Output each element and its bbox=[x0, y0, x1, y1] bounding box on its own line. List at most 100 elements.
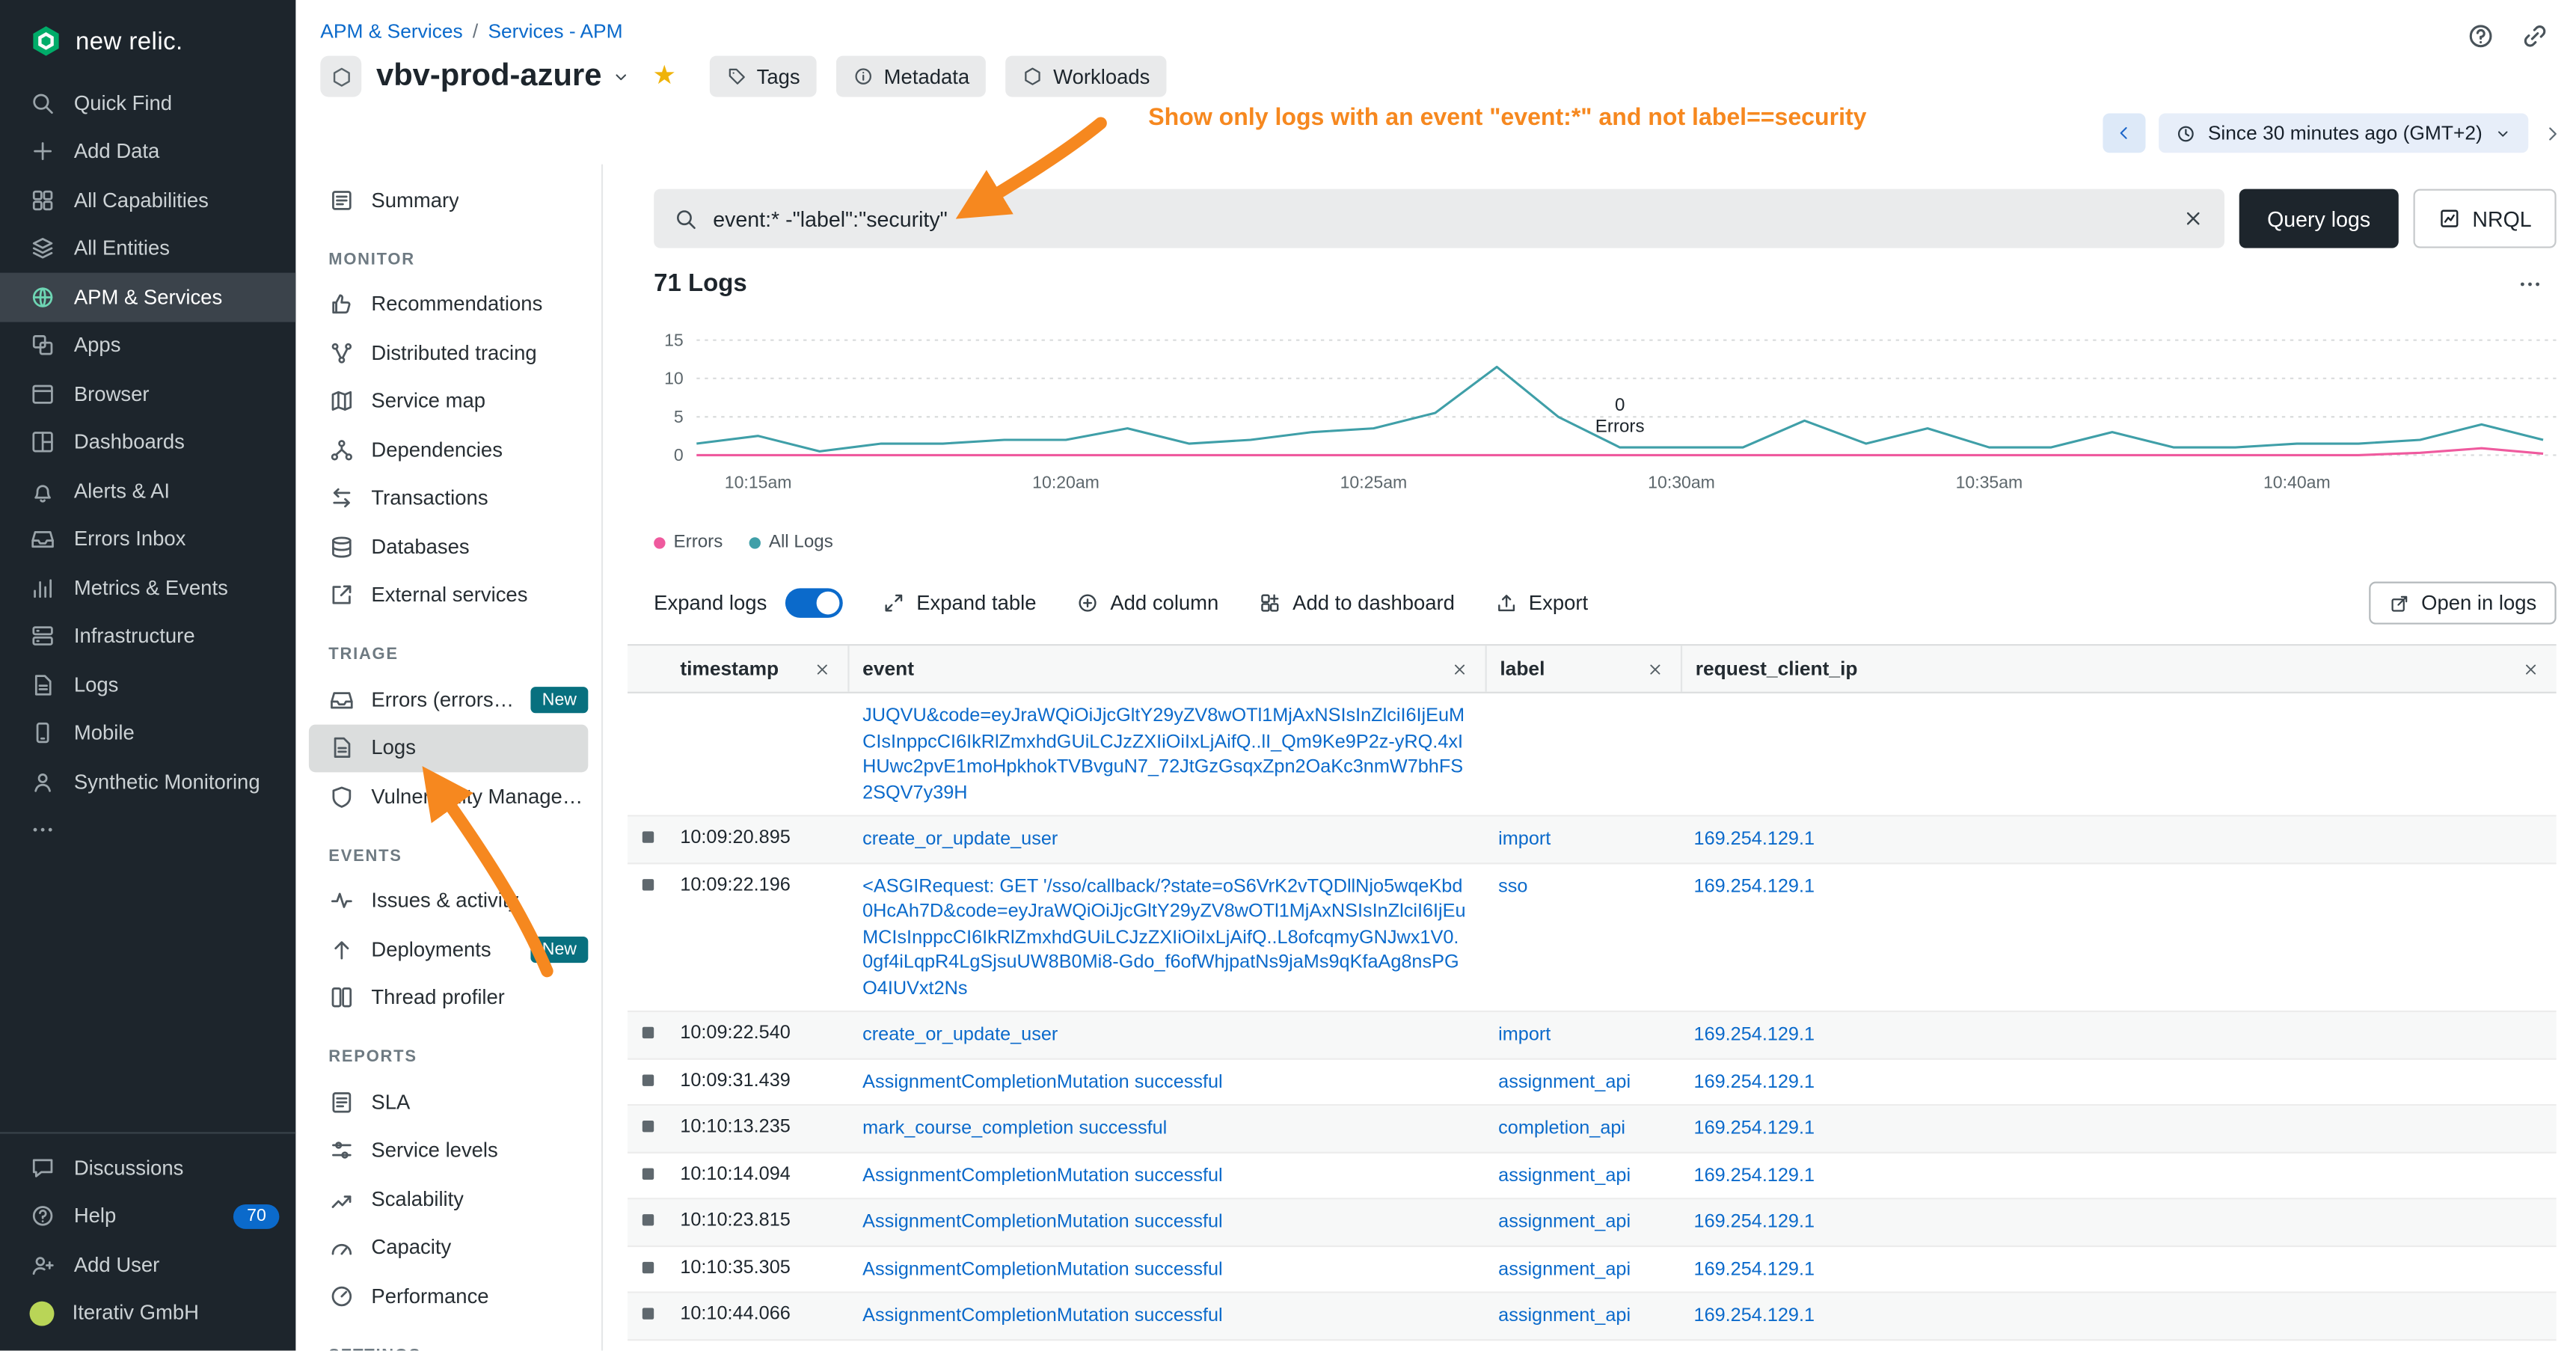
sidebar-item-errors-inbox[interactable]: Errors Inbox bbox=[0, 515, 295, 564]
query-logs-button[interactable]: Query logs bbox=[2239, 189, 2399, 248]
table-row[interactable]: 10:10:49.051mark_course_completion succe… bbox=[628, 1340, 2557, 1350]
entity-nav-item-performance[interactable]: Performance bbox=[295, 1272, 601, 1320]
event-link[interactable]: <ASGIRequest: GET '/sso/callback/?state=… bbox=[862, 877, 1465, 999]
sidebar-item-help[interactable]: Help70 bbox=[0, 1192, 295, 1241]
legend-item-all-logs[interactable]: All Logs bbox=[749, 533, 832, 552]
entity-nav-item-deployments[interactable]: DeploymentsNew bbox=[295, 925, 601, 974]
label-link[interactable]: assignment_api bbox=[1498, 1072, 1631, 1091]
entity-nav-item-transactions[interactable]: Transactions bbox=[295, 474, 601, 523]
permalink-icon[interactable] bbox=[2520, 22, 2550, 52]
ip-link[interactable]: 169.254.129.1 bbox=[1694, 1119, 1815, 1139]
clear-search-icon[interactable] bbox=[2182, 207, 2205, 230]
sidebar-item-discussions[interactable]: Discussions bbox=[0, 1144, 295, 1192]
ip-link[interactable]: 169.254.129.1 bbox=[1694, 1072, 1815, 1091]
sidebar-item-browser[interactable]: Browser bbox=[0, 370, 295, 418]
sidebar-item-iterativ-gmbh[interactable]: Iterativ GmbH bbox=[0, 1289, 295, 1338]
more-options-icon[interactable] bbox=[2517, 270, 2543, 296]
ip-link[interactable]: 169.254.129.1 bbox=[1694, 830, 1815, 849]
label-link[interactable]: assignment_api bbox=[1498, 1165, 1631, 1185]
entity-nav-item-capacity[interactable]: Capacity bbox=[295, 1223, 601, 1272]
tags-button[interactable]: Tags bbox=[709, 56, 817, 97]
add-to-dashboard-button[interactable]: Add to dashboard bbox=[1258, 592, 1455, 615]
table-row[interactable]: 10:09:22.540create_or_update_userimport1… bbox=[628, 1012, 2557, 1059]
event-link[interactable]: AssignmentCompletionMutation successful bbox=[862, 1260, 1223, 1279]
table-row[interactable]: 10:10:14.094AssignmentCompletionMutation… bbox=[628, 1153, 2557, 1200]
sidebar-item-add-data[interactable]: Add Data bbox=[0, 127, 295, 176]
sidebar-item-infrastructure[interactable]: Infrastructure bbox=[0, 612, 295, 661]
sidebar-item-alerts-ai[interactable]: Alerts & AI bbox=[0, 467, 295, 515]
row-expand-icon[interactable] bbox=[643, 1214, 654, 1225]
entity-nav-item-distributed-tracing[interactable]: Distributed tracing bbox=[295, 328, 601, 377]
row-expand-icon[interactable] bbox=[643, 1121, 654, 1132]
entity-nav-item-logs[interactable]: Logs bbox=[309, 724, 588, 773]
open-in-logs-button[interactable]: Open in logs bbox=[2369, 582, 2557, 625]
entity-nav-item-errors-errors-inb[interactable]: Errors (errors inb...New bbox=[295, 676, 601, 724]
sidebar-item-apm-services[interactable]: APM & Services bbox=[0, 273, 295, 322]
remove-label-column-icon[interactable] bbox=[1646, 660, 1664, 678]
ip-link[interactable]: 169.254.129.1 bbox=[1694, 1213, 1815, 1232]
entity-nav-item-external-services[interactable]: External services bbox=[295, 571, 601, 619]
entity-switcher-chevron-icon[interactable] bbox=[612, 67, 631, 86]
table-row[interactable]: 10:10:44.066AssignmentCompletionMutation… bbox=[628, 1293, 2557, 1341]
entity-nav-item-databases[interactable]: Databases bbox=[295, 522, 601, 571]
table-row[interactable]: JUQVU&code=eyJraWQiOiJjcGltY29yZV8wOTl1M… bbox=[628, 693, 2557, 817]
event-link[interactable]: create_or_update_user bbox=[862, 830, 1058, 849]
help-circle-icon[interactable] bbox=[2466, 22, 2496, 52]
metadata-button[interactable]: Metadata bbox=[836, 56, 986, 97]
expand-logs-toggle[interactable] bbox=[785, 588, 842, 618]
nrql-button[interactable]: NRQL bbox=[2413, 189, 2556, 248]
label-link[interactable]: completion_api bbox=[1498, 1119, 1625, 1139]
entity-nav-item-service-levels[interactable]: Service levels bbox=[295, 1127, 601, 1175]
label-link[interactable]: assignment_api bbox=[1498, 1306, 1631, 1326]
sidebar-item-more[interactable] bbox=[0, 806, 295, 854]
remove-ip-column-icon[interactable] bbox=[2522, 660, 2540, 678]
table-row[interactable]: 10:09:31.439AssignmentCompletionMutation… bbox=[628, 1059, 2557, 1106]
event-link[interactable]: create_or_update_user bbox=[862, 1026, 1058, 1045]
entity-nav-item-sla[interactable]: SLA bbox=[295, 1078, 601, 1127]
entity-nav-item-thread-profiler[interactable]: Thread profiler bbox=[295, 973, 601, 1022]
event-link[interactable]: AssignmentCompletionMutation successful bbox=[862, 1165, 1223, 1185]
sidebar-item-all-capabilities[interactable]: All Capabilities bbox=[0, 176, 295, 224]
event-link[interactable]: JUQVU&code=eyJraWQiOiJjcGltY29yZV8wOTl1M… bbox=[862, 706, 1465, 802]
sidebar-item-logs[interactable]: Logs bbox=[0, 661, 295, 709]
time-forward-button[interactable] bbox=[2542, 123, 2563, 144]
column-header-label[interactable]: label bbox=[1485, 646, 1681, 692]
new-relic-logo[interactable]: new relic. bbox=[0, 0, 295, 79]
column-header-timestamp[interactable]: timestamp bbox=[667, 646, 848, 692]
sidebar-item-synthetic-monitoring[interactable]: Synthetic Monitoring bbox=[0, 758, 295, 806]
table-row[interactable]: 10:09:22.196<ASGIRequest: GET '/sso/call… bbox=[628, 863, 2557, 1012]
log-search-input[interactable] bbox=[713, 206, 2167, 231]
label-link[interactable]: assignment_api bbox=[1498, 1213, 1631, 1232]
event-link[interactable]: AssignmentCompletionMutation successful bbox=[862, 1213, 1223, 1232]
entity-nav-item-recommendations[interactable]: Recommendations bbox=[295, 280, 601, 328]
row-expand-icon[interactable] bbox=[643, 878, 654, 889]
sidebar-item-all-entities[interactable]: All Entities bbox=[0, 224, 295, 273]
column-header-request-client-ip[interactable]: request_client_ip bbox=[1681, 646, 2557, 692]
table-row[interactable]: 10:10:13.235mark_course_completion succe… bbox=[628, 1106, 2557, 1153]
entity-nav-item-service-map[interactable]: Service map bbox=[295, 377, 601, 426]
add-column-button[interactable]: Add column bbox=[1076, 592, 1218, 615]
ip-link[interactable]: 169.254.129.1 bbox=[1694, 1260, 1815, 1279]
row-expand-icon[interactable] bbox=[643, 831, 654, 842]
ip-link[interactable]: 169.254.129.1 bbox=[1694, 877, 1815, 896]
remove-timestamp-column-icon[interactable] bbox=[813, 660, 831, 678]
expand-table-button[interactable]: Expand table bbox=[882, 592, 1036, 615]
log-search-box[interactable] bbox=[654, 189, 2224, 248]
breadcrumb-apm-services[interactable]: APM & Services bbox=[320, 19, 462, 43]
table-row[interactable]: 10:10:23.815AssignmentCompletionMutation… bbox=[628, 1199, 2557, 1246]
label-link[interactable]: assignment_api bbox=[1498, 1260, 1631, 1279]
workloads-button[interactable]: Workloads bbox=[1005, 56, 1166, 97]
entity-nav-item-vulnerability-management[interactable]: Vulnerability Management bbox=[295, 772, 601, 821]
column-header-event[interactable]: event bbox=[847, 646, 1485, 692]
sidebar-item-dashboards[interactable]: Dashboards bbox=[0, 418, 295, 467]
label-link[interactable]: import bbox=[1498, 830, 1551, 849]
legend-item-errors[interactable]: Errors bbox=[654, 533, 723, 552]
event-link[interactable]: AssignmentCompletionMutation successful bbox=[862, 1072, 1223, 1091]
entity-nav-item-summary[interactable]: Summary bbox=[295, 176, 601, 224]
favorite-star-icon[interactable]: ★ bbox=[653, 64, 677, 90]
table-row[interactable]: 10:10:35.305AssignmentCompletionMutation… bbox=[628, 1246, 2557, 1293]
label-link[interactable]: import bbox=[1498, 1026, 1551, 1045]
breadcrumb-services-apm[interactable]: Services - APM bbox=[488, 19, 622, 43]
row-expand-icon[interactable] bbox=[643, 1168, 654, 1179]
ip-link[interactable]: 169.254.129.1 bbox=[1694, 1306, 1815, 1326]
